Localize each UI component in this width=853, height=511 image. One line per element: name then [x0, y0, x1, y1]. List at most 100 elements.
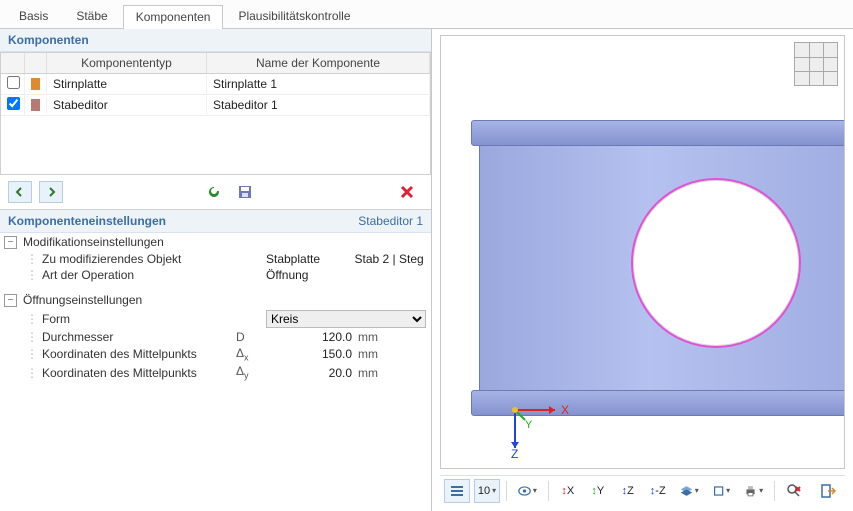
chevron-down-icon: ▾ [695, 486, 699, 495]
settings-section-title: Komponenteneinstellungen Stabeditor 1 [0, 209, 431, 233]
view-y-button[interactable]: ↕Y [585, 479, 611, 503]
tab-basis[interactable]: Basis [6, 4, 61, 28]
right-panel: X Z Y 10▾ ▾ ↕X ↕Y ↕Z [432, 29, 853, 511]
row-name-0: Stirnplatte 1 [207, 75, 430, 93]
setting-value[interactable]: 20.0 [266, 366, 358, 380]
delete-button[interactable] [395, 181, 419, 203]
col-type: Komponententyp [47, 53, 207, 73]
refresh-button[interactable] [202, 181, 226, 203]
row-type-1: Stabeditor [47, 96, 207, 114]
beam-model [441, 120, 845, 416]
viewport-toolbar: 10▾ ▾ ↕X ↕Y ↕Z ↕-Z ▾ ▾ ▾ [440, 475, 845, 505]
beam-flange-top [471, 120, 845, 146]
tab-plausibilitaet[interactable]: Plausibilitätskontrolle [225, 4, 363, 28]
svg-text:Z: Z [511, 447, 518, 460]
layers-icon [680, 484, 693, 498]
col-name: Name der Komponente [207, 53, 430, 73]
setting-symbol: D [236, 330, 266, 344]
print-button[interactable]: ▾ [739, 479, 768, 503]
layers-button[interactable]: ▾ [675, 479, 704, 503]
group-title-mod: Modifikationseinstellungen [23, 235, 164, 249]
setting-row[interactable]: ⋮ Form Kreis [0, 309, 431, 329]
arrow-left-icon [14, 186, 26, 198]
setting-row[interactable]: ⋮ Durchmesser D 120.0 mm [0, 329, 431, 345]
zoom-scale-label: 10 [478, 485, 490, 497]
view-neg-z-button[interactable]: ↕-Z [645, 479, 671, 503]
tree-branch-icon: ⋮ [24, 252, 40, 266]
save-button[interactable] [233, 181, 257, 203]
tree-branch-icon: ⋮ [24, 347, 40, 361]
nav-cube[interactable] [794, 42, 838, 86]
beam-flange-bottom [471, 390, 845, 416]
row-name-1: Stabeditor 1 [207, 96, 430, 114]
tree-branch-icon: ⋮ [24, 312, 40, 326]
left-panel: Komponenten Komponententyp Name der Komp… [0, 29, 432, 511]
move-left-button[interactable] [8, 181, 32, 203]
disk-icon [237, 184, 253, 200]
setting-symbol: Δx [236, 346, 266, 362]
setting-row[interactable]: ⋮ Art der Operation Öffnung [0, 267, 431, 283]
exit-button[interactable] [815, 479, 841, 503]
visibility-button[interactable]: ▾ [513, 479, 542, 503]
tree-branch-icon: ⋮ [24, 330, 40, 344]
list-icon [450, 484, 464, 498]
setting-unit: mm [358, 366, 396, 380]
setting-label: Form [40, 312, 236, 326]
row-checkbox-1[interactable] [7, 97, 20, 110]
setting-value[interactable]: 150.0 [266, 347, 358, 361]
setting-value: Stabplatte [266, 252, 343, 266]
tree-branch-icon: ⋮ [24, 366, 40, 380]
tab-komponenten[interactable]: Komponenten [123, 5, 224, 29]
components-table: Komponententyp Name der Komponente Stirn… [0, 52, 431, 175]
row-swatch-0 [31, 78, 40, 90]
eye-icon [518, 485, 531, 497]
setting-symbol: Δy [236, 364, 266, 380]
shape-select[interactable]: Kreis [266, 310, 426, 328]
setting-unit: mm [358, 330, 396, 344]
view-list-button[interactable] [444, 479, 470, 503]
components-toolbar [0, 175, 431, 209]
setting-label: Durchmesser [40, 330, 236, 344]
setting-label: Koordinaten des Mittelpunkts [40, 366, 236, 380]
setting-row[interactable]: ⋮ Koordinaten des Mittelpunkts Δy 20.0 m… [0, 363, 431, 381]
col-check [1, 53, 25, 73]
expander-mod[interactable]: − [4, 236, 17, 249]
table-head: Komponententyp Name der Komponente [1, 53, 430, 74]
chevron-down-icon: ▾ [726, 486, 730, 495]
delete-icon [399, 184, 415, 200]
refresh-icon [206, 184, 222, 200]
expander-open[interactable]: − [4, 294, 17, 307]
view-x-button[interactable]: ↕X [555, 479, 581, 503]
web-opening [631, 178, 801, 348]
table-row[interactable]: Stirnplatte Stirnplatte 1 [1, 74, 430, 95]
svg-text:Y: Y [525, 419, 533, 431]
zoom-scale-button[interactable]: 10▾ [474, 479, 500, 503]
box-button[interactable]: ▾ [708, 479, 735, 503]
setting-value[interactable]: 120.0 [266, 330, 358, 344]
setting-row[interactable]: ⋮ Koordinaten des Mittelpunkts Δx 150.0 … [0, 345, 431, 363]
search-x-icon [786, 483, 802, 499]
setting-row[interactable]: ⋮ Zu modifizierendes Objekt Stabplatte S… [0, 251, 431, 267]
tree-branch-icon: ⋮ [24, 268, 40, 282]
view-z-button[interactable]: ↕Z [615, 479, 641, 503]
arrow-right-icon [45, 186, 57, 198]
settings-tree: − Modifikationseinstellungen ⋮ Zu modifi… [0, 233, 431, 390]
setting-value: Öffnung [266, 268, 431, 282]
setting-label: Koordinaten des Mittelpunkts [40, 347, 236, 361]
row-checkbox-0[interactable] [7, 76, 20, 89]
settings-label: Komponenteneinstellungen [8, 214, 166, 228]
main-tabs: Basis Stäbe Komponenten Plausibilitätsko… [0, 0, 853, 29]
table-row[interactable]: Stabeditor Stabeditor 1 [1, 95, 430, 116]
chevron-down-icon: ▾ [759, 486, 763, 495]
move-right-button[interactable] [39, 181, 63, 203]
group-title-open: Öffnungseinstellungen [23, 293, 142, 307]
clear-button[interactable] [781, 479, 807, 503]
print-icon [744, 484, 757, 498]
chevron-down-icon: ▾ [533, 486, 537, 495]
chevron-down-icon: ▾ [492, 486, 496, 495]
model-viewport[interactable]: X Z Y [440, 35, 845, 469]
row-type-0: Stirnplatte [47, 75, 207, 93]
row-swatch-1 [31, 99, 40, 111]
tab-staebe[interactable]: Stäbe [63, 4, 120, 28]
setting-extra: Stab 2 | Steg [343, 252, 432, 266]
